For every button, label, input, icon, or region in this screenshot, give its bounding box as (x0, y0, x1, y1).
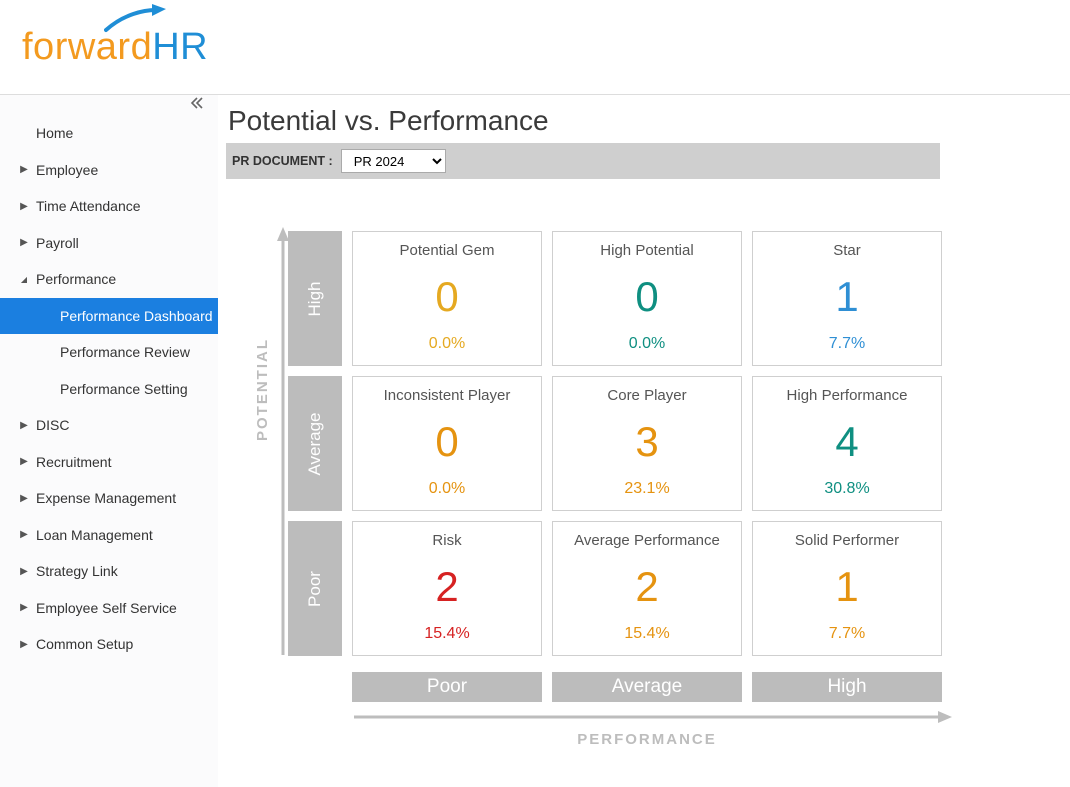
cell-percent: 15.4% (424, 625, 469, 643)
x-category-high: High (752, 672, 942, 702)
nine-box-chart: POTENTIAL High Average Poor Potential Gem 0… (254, 231, 948, 748)
sidebar-item-performance-setting[interactable]: Performance Setting (0, 371, 218, 408)
sidebar-item-label: Time Attendance (36, 198, 141, 214)
x-axis-arrow-icon (352, 710, 952, 729)
cell-percent: 7.7% (829, 335, 865, 353)
cell-title: Star (833, 242, 861, 259)
caret-icon: ▶ (18, 529, 30, 540)
cell-percent: 7.7% (829, 625, 865, 643)
cell-count: 2 (635, 566, 658, 608)
page-title: Potential vs. Performance (226, 95, 1070, 143)
cell-percent: 23.1% (624, 480, 669, 498)
sidebar-item-label: Performance (36, 271, 116, 287)
sidebar-item-label: Common Setup (36, 636, 133, 652)
ninebox-cell-potential-gem[interactable]: Potential Gem 0 0.0% (352, 231, 542, 366)
cell-count: 1 (835, 566, 858, 608)
ninebox-cell-solid-performer[interactable]: Solid Performer 1 7.7% (752, 521, 942, 656)
caret-icon: ▶ (18, 201, 30, 212)
cell-count: 3 (635, 421, 658, 463)
sidebar-item-home[interactable]: Home (0, 115, 218, 152)
ninebox-cell-average-performance[interactable]: Average Performance 2 15.4% (552, 521, 742, 656)
sidebar-item-label: Recruitment (36, 454, 111, 470)
ninebox-cell-inconsistent-player[interactable]: Inconsistent Player 0 0.0% (352, 376, 542, 511)
sidebar-item-label: Loan Management (36, 527, 153, 543)
cell-percent: 0.0% (429, 480, 465, 498)
cell-title: Potential Gem (399, 242, 494, 259)
cell-count: 0 (635, 276, 658, 318)
caret-icon: ▶ (18, 164, 30, 175)
sidebar-item-label: Expense Management (36, 490, 176, 506)
sidebar-item-label: Employee Self Service (36, 600, 177, 616)
cell-percent: 0.0% (629, 335, 665, 353)
sidebar-item-label: Performance Review (60, 344, 190, 360)
app-logo: forward HR (22, 26, 208, 69)
caret-icon: ▶ (18, 456, 30, 467)
sidebar-item-label: Performance Dashboard (60, 308, 213, 324)
sidebar-item-performance-dashboard[interactable]: Performance Dashboard (0, 298, 218, 335)
cell-title: Inconsistent Player (384, 387, 511, 404)
caret-icon: ▶ (18, 493, 30, 504)
logo-arrow-icon (104, 4, 166, 34)
x-category-average: Average (552, 672, 742, 702)
y-category-high: High (288, 231, 342, 366)
logo-bar: forward HR (0, 0, 1070, 94)
sidebar-item-payroll[interactable]: ▶ Payroll (0, 225, 218, 262)
sidebar-item-label: Home (36, 125, 73, 141)
pr-document-label: PR DOCUMENT : (232, 154, 333, 168)
cell-title: High Performance (787, 387, 908, 404)
main-content: Potential vs. Performance PR DOCUMENT : … (218, 95, 1070, 787)
cell-count: 0 (435, 421, 458, 463)
sidebar-item-strategy-link[interactable]: ▶ Strategy Link (0, 553, 218, 590)
caret-icon: ▶ (18, 602, 30, 613)
cell-title: Average Performance (574, 532, 720, 549)
cell-count: 1 (835, 276, 858, 318)
sidebar-item-label: DISC (36, 417, 69, 433)
sidebar-item-employee-self-service[interactable]: ▶ Employee Self Service (0, 590, 218, 627)
cell-count: 2 (435, 566, 458, 608)
sidebar-item-disc[interactable]: ▶ DISC (0, 407, 218, 444)
y-category-poor: Poor (288, 521, 342, 656)
ninebox-cell-high-performance[interactable]: High Performance 4 30.8% (752, 376, 942, 511)
cell-percent: 30.8% (824, 480, 869, 498)
cell-title: Solid Performer (795, 532, 899, 549)
cell-title: High Potential (600, 242, 693, 259)
cell-percent: 0.0% (429, 335, 465, 353)
sidebar-item-label: Payroll (36, 235, 79, 251)
sidebar-item-time-attendance[interactable]: ▶ Time Attendance (0, 188, 218, 225)
pr-document-select[interactable]: PR 2024 (341, 149, 446, 173)
sidebar-item-label: Strategy Link (36, 563, 118, 579)
sidebar-item-common-setup[interactable]: ▶ Common Setup (0, 626, 218, 663)
cell-title: Core Player (607, 387, 686, 404)
sidebar: Home ▶ Employee ▶ Time Attendance ▶ Payroll ◢ Pe… (0, 95, 218, 787)
caret-icon: ▶ (18, 566, 30, 577)
cell-count: 0 (435, 276, 458, 318)
sidebar-item-loan-management[interactable]: ▶ Loan Management (0, 517, 218, 554)
sidebar-item-expense-management[interactable]: ▶ Expense Management (0, 480, 218, 517)
x-category-poor: Poor (352, 672, 542, 702)
caret-icon: ▶ (18, 237, 30, 248)
ninebox-cell-risk[interactable]: Risk 2 15.4% (352, 521, 542, 656)
y-category-average: Average (288, 376, 342, 511)
collapse-sidebar-icon[interactable] (190, 96, 204, 114)
sidebar-item-performance-review[interactable]: Performance Review (0, 334, 218, 371)
ninebox-cell-star[interactable]: Star 1 7.7% (752, 231, 942, 366)
sidebar-item-employee[interactable]: ▶ Employee (0, 152, 218, 189)
x-axis-label: PERFORMANCE (352, 731, 942, 748)
sidebar-item-label: Performance Setting (60, 381, 188, 397)
cell-title: Risk (432, 532, 461, 549)
caret-icon: ▶ (18, 639, 30, 650)
caret-icon: ◢ (18, 275, 30, 284)
y-axis-label: POTENTIAL (254, 338, 271, 441)
sidebar-item-performance[interactable]: ◢ Performance (0, 261, 218, 298)
sidebar-item-label: Employee (36, 162, 98, 178)
caret-icon: ▶ (18, 420, 30, 431)
cell-count: 4 (835, 421, 858, 463)
ninebox-cell-high-potential[interactable]: High Potential 0 0.0% (552, 231, 742, 366)
cell-percent: 15.4% (624, 625, 669, 643)
ninebox-cell-core-player[interactable]: Core Player 3 23.1% (552, 376, 742, 511)
filter-bar: PR DOCUMENT : PR 2024 (226, 143, 940, 179)
sidebar-item-recruitment[interactable]: ▶ Recruitment (0, 444, 218, 481)
